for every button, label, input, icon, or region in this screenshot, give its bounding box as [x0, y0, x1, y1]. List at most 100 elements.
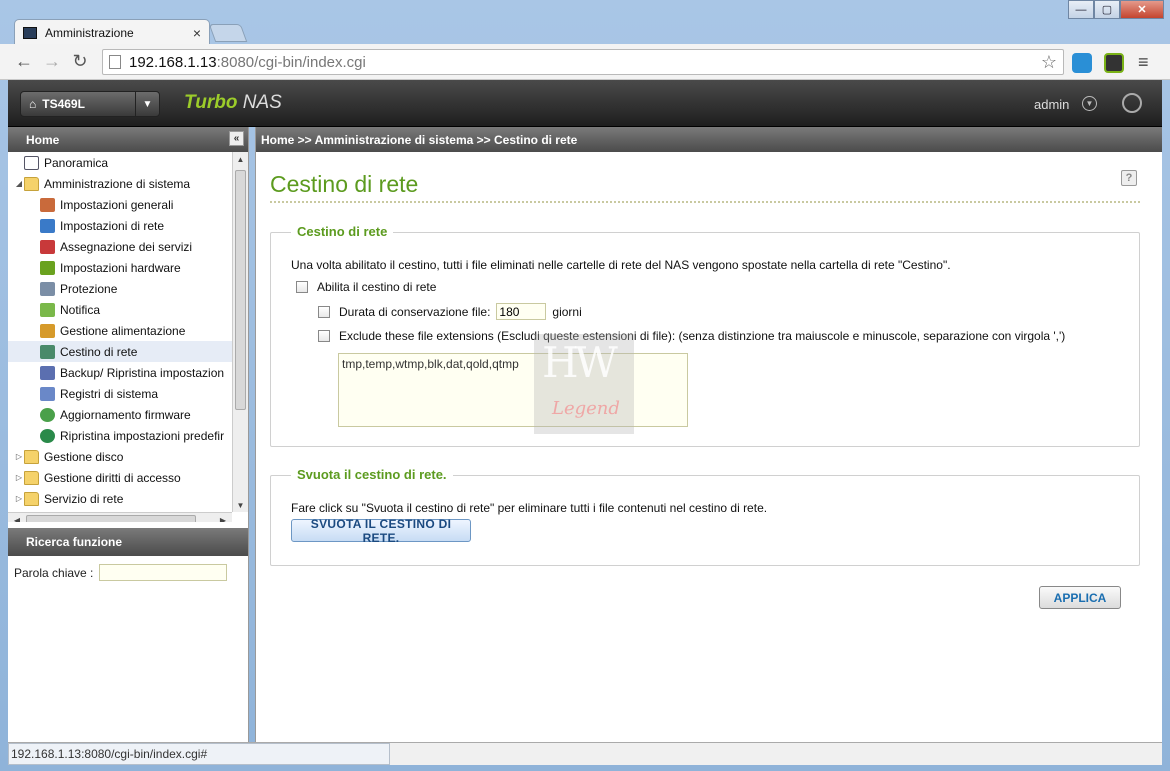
notification-icon — [40, 302, 55, 317]
sidebar-item-cestino-di-rete[interactable]: Cestino di rete — [8, 341, 248, 362]
help-icon[interactable]: ? — [1121, 170, 1137, 186]
close-window-button[interactable]: ✕ — [1120, 0, 1164, 19]
collapsed-arrow-icon[interactable]: ▷ — [14, 494, 24, 503]
nav-tree: Panoramica ◢ Amministrazione di sistema … — [8, 152, 248, 522]
skype-extension-icon[interactable] — [1072, 53, 1092, 73]
keyword-input[interactable] — [99, 564, 228, 581]
sidebar-item-panoramica[interactable]: Panoramica — [8, 152, 248, 173]
browser-tab[interactable]: Amministrazione × — [14, 19, 210, 46]
sidebar-item-protezione[interactable]: Protezione — [8, 278, 248, 299]
collapsed-arrow-icon[interactable]: ▷ — [14, 452, 24, 461]
model-selector[interactable]: ⌂ TS469L ▼ — [20, 91, 160, 117]
scroll-up-icon[interactable]: ▲ — [233, 152, 248, 166]
search-function-header: Ricerca funzione — [8, 528, 248, 556]
retention-checkbox[interactable] — [318, 305, 330, 318]
sidebar-item-gestione-disco[interactable]: ▷ Gestione disco — [8, 446, 248, 467]
language-globe-icon[interactable] — [1122, 93, 1142, 113]
user-name: admin — [1034, 97, 1070, 112]
window-controls: — ▢ ✕ — [1068, 0, 1164, 19]
sidebar-item-amministrazione[interactable]: ◢ Amministrazione di sistema — [8, 173, 248, 194]
power-icon — [40, 323, 55, 338]
firmware-icon — [40, 407, 55, 422]
collapse-sidebar-icon[interactable]: « — [229, 131, 244, 146]
extension-icon[interactable] — [1104, 53, 1124, 73]
sidebar-item-backup[interactable]: Backup/ Ripristina impostazion — [8, 362, 248, 383]
scroll-thumb[interactable] — [26, 515, 196, 522]
new-tab-button[interactable] — [208, 24, 248, 42]
url-path: :8080/cgi-bin/index.cgi — [216, 53, 366, 71]
page-icon — [109, 55, 121, 69]
tab-title: Amministrazione — [45, 26, 134, 40]
page-title: Cestino di rete — [270, 171, 419, 197]
empty-recycle-bin-section: Svuota il cestino di rete. Fare click su… — [270, 467, 1140, 566]
close-tab-icon[interactable]: × — [193, 25, 201, 41]
keyword-search: Parola chiave : — [8, 556, 248, 581]
retention-row: Durata di conservazione file: giorni — [318, 303, 582, 320]
breadcrumb: Home >> Amministrazione di sistema >> Ce… — [256, 127, 1162, 152]
extensions-textarea[interactable]: tmp,temp,wtmp,blk,dat,qold,qtmp — [338, 353, 688, 427]
sidebar-item-ripristina[interactable]: Ripristina impostazioni predefir — [8, 425, 248, 446]
sidebar: Home « Panoramica ◢ Amministrazione di s… — [8, 127, 249, 742]
services-icon — [40, 239, 55, 254]
folder-icon — [24, 449, 39, 464]
restore-icon — [40, 428, 55, 443]
scroll-down-icon[interactable]: ▼ — [233, 498, 248, 512]
user-menu-chevron-icon[interactable]: ▼ — [1082, 96, 1097, 111]
section-description: Una volta abilitato il cestino, tutti i … — [291, 258, 951, 272]
sidebar-header: Home « — [8, 127, 248, 152]
retention-days-input[interactable] — [496, 303, 547, 320]
back-arrow-icon[interactable]: ← — [10, 51, 38, 72]
watermark-logo: HW Legend — [534, 334, 634, 434]
apply-button[interactable]: APPLICA — [1039, 586, 1121, 609]
enable-recycle-bin-checkbox[interactable] — [296, 281, 308, 293]
bookmark-star-icon[interactable]: ☆ — [1041, 52, 1057, 73]
tree-horizontal-scrollbar[interactable]: ◀ ▶ — [8, 512, 232, 522]
reload-icon[interactable]: ↻ — [66, 51, 94, 72]
url-host: 192.168.1.13 — [129, 53, 217, 71]
scroll-thumb[interactable] — [235, 170, 246, 410]
title-divider — [270, 201, 1140, 203]
maximize-button[interactable]: ▢ — [1094, 0, 1120, 19]
section-legend: Svuota il cestino di rete. — [291, 467, 453, 482]
hardware-icon — [40, 260, 55, 275]
sidebar-item-servizi[interactable]: Assegnazione dei servizi — [8, 236, 248, 257]
sidebar-item-registri[interactable]: Registri di sistema — [8, 383, 248, 404]
chevron-down-icon[interactable]: ▼ — [135, 92, 159, 116]
sidebar-item-servizio-rete[interactable]: ▷ Servizio di rete — [8, 488, 248, 509]
tree-vertical-scrollbar[interactable]: ▲ ▼ — [232, 152, 248, 512]
empty-recycle-bin-button[interactable]: SVUOTA IL CESTINO DI RETE. — [291, 517, 471, 545]
menu-icon[interactable]: ≡ — [1138, 52, 1149, 73]
sidebar-item-alimentazione[interactable]: Gestione alimentazione — [8, 320, 248, 341]
sidebar-item-firmware[interactable]: Aggiornamento firmware — [8, 404, 248, 425]
scroll-left-icon[interactable]: ◀ — [10, 513, 24, 523]
sidebar-item-diritti-accesso[interactable]: ▷ Gestione diritti di accesso — [8, 467, 248, 488]
home-icon: ⌂ — [29, 97, 37, 111]
exclude-extensions-row: Exclude these file extensions (Escludi q… — [318, 329, 1065, 343]
folder-icon — [24, 470, 39, 485]
sidebar-item-impostazioni-rete[interactable]: Impostazioni di rete — [8, 215, 248, 236]
collapsed-arrow-icon[interactable]: ▷ — [14, 473, 24, 482]
security-icon — [40, 281, 55, 296]
minimize-button[interactable]: — — [1068, 0, 1094, 19]
browser-toolbar: ← → ↻ 192.168.1.13:8080/cgi-bin/index.cg… — [0, 44, 1170, 80]
general-settings-icon — [40, 197, 55, 212]
monitor-icon — [23, 27, 37, 39]
expanded-arrow-icon[interactable]: ◢ — [14, 179, 24, 188]
address-bar[interactable]: 192.168.1.13:8080/cgi-bin/index.cgi ☆ — [102, 49, 1064, 75]
folder-open-icon — [24, 176, 39, 191]
sidebar-item-hardware[interactable]: Impostazioni hardware — [8, 257, 248, 278]
logs-icon — [40, 386, 55, 401]
enable-recycle-bin-row: Abilita il cestino di rete — [296, 280, 436, 294]
sidebar-item-notifica[interactable]: Notifica — [8, 299, 248, 320]
nas-header: ⌂ TS469L ▼ Turbo NAS admin ▼ — [8, 80, 1162, 127]
keyword-label: Parola chiave : — [14, 565, 94, 580]
sidebar-item-impostazioni-generali[interactable]: Impostazioni generali — [8, 194, 248, 215]
exclude-extensions-checkbox[interactable] — [318, 330, 330, 342]
tab-strip: Amministrazione × — ▢ ✕ — [0, 0, 1170, 46]
forward-arrow-icon[interactable]: → — [38, 51, 66, 72]
section-description: Fare click su "Svuota il cestino di rete… — [291, 501, 768, 515]
status-bar: 192.168.1.13:8080/cgi-bin/index.cgi# — [8, 742, 1162, 765]
brand-logo: Turbo NAS — [184, 92, 282, 113]
scroll-right-icon[interactable]: ▶ — [216, 513, 230, 523]
overview-icon — [24, 155, 39, 170]
